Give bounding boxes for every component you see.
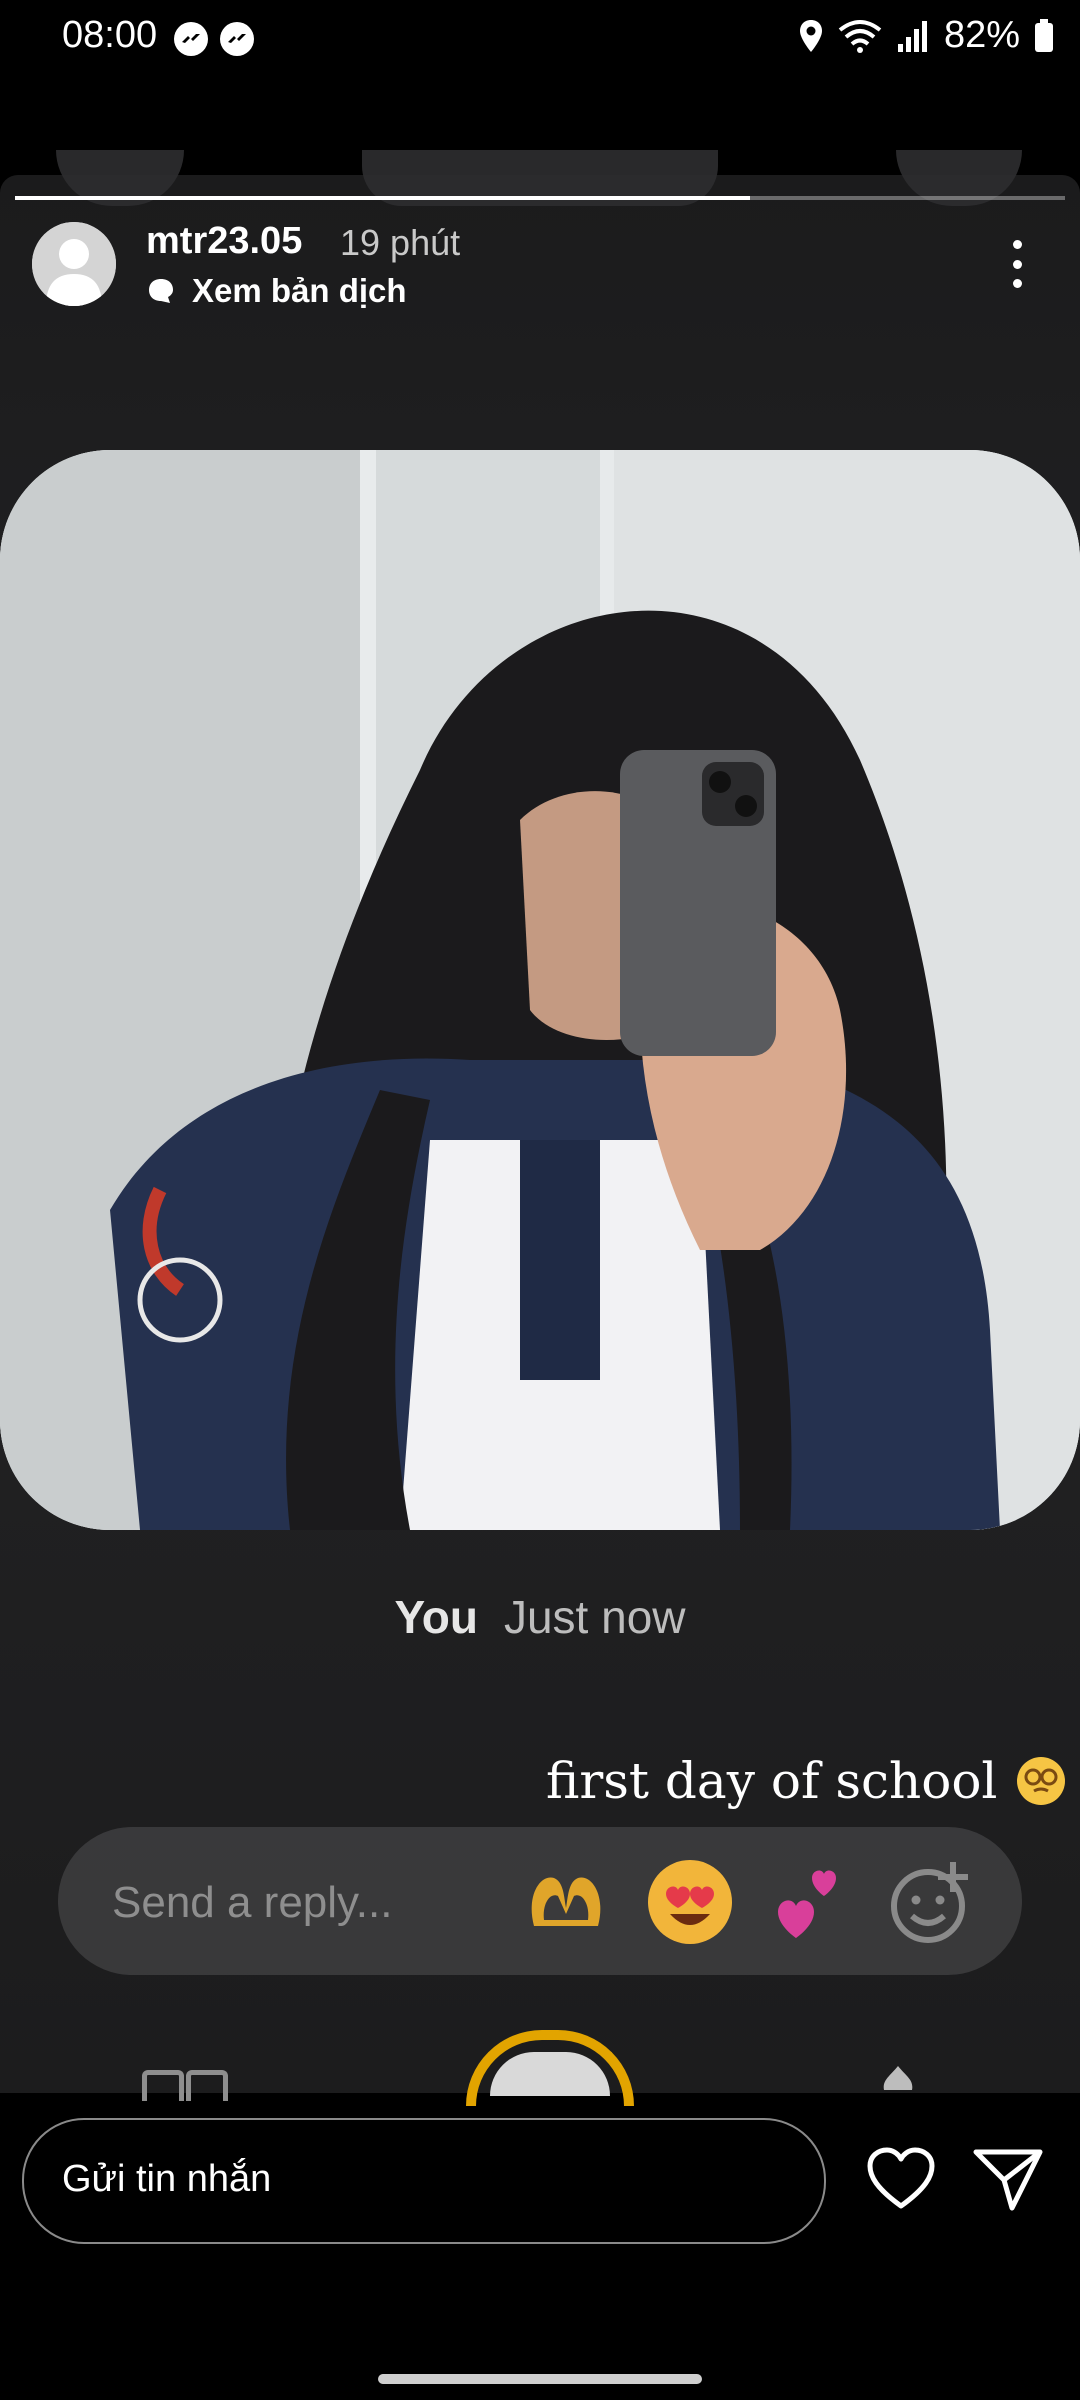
status-right-group: 82%	[798, 14, 1054, 57]
translate-link[interactable]: Xem bản dịch	[146, 272, 407, 310]
story-username[interactable]: mtr23.05	[146, 220, 302, 263]
grid-icon	[186, 2070, 228, 2101]
inner-reply-placeholder[interactable]: Send a reply...	[112, 1878, 392, 1928]
heart-hands-emoji[interactable]	[520, 1856, 612, 1948]
message-input-placeholder[interactable]: Gửi tin nhắn	[62, 2158, 271, 2201]
chat-bubble-icon	[149, 279, 173, 303]
wifi-icon	[838, 19, 882, 53]
story-photo	[0, 450, 1080, 1530]
heart-eyes-emoji[interactable]	[644, 1856, 736, 1948]
translate-label: Xem bản dịch	[192, 272, 407, 309]
story-time-ago: 19 phút	[340, 222, 461, 263]
avatar[interactable]	[32, 222, 116, 306]
more-options-icon[interactable]	[1000, 240, 1034, 288]
two-hearts-emoji[interactable]	[766, 1856, 858, 1948]
location-icon	[799, 19, 822, 52]
spade-icon	[880, 2064, 916, 2096]
caption-text: first day of school	[546, 1752, 998, 1810]
story-progress-fill	[15, 196, 750, 200]
send-icon[interactable]	[972, 2146, 1044, 2212]
add-reaction-icon[interactable]	[886, 1856, 978, 1948]
messenger-notification-icon	[220, 22, 254, 56]
battery-percent: 82%	[943, 14, 1020, 56]
story-inner-time: Just now	[503, 1591, 686, 1643]
story-inner-meta: You Just now	[0, 1590, 1080, 1644]
dizzy-face-emoji	[1017, 1757, 1066, 1805]
heart-icon[interactable]	[866, 2146, 936, 2212]
signal-icon	[897, 20, 927, 52]
status-time: 08:00	[62, 14, 158, 56]
home-indicator[interactable]	[378, 2374, 702, 2384]
messenger-notification-icon	[174, 22, 208, 56]
battery-icon	[1035, 18, 1053, 52]
story-caption: first day of school	[546, 1752, 1066, 1810]
grid-icon	[142, 2070, 184, 2101]
mirror-selfie-illustration	[0, 450, 1080, 1530]
story-author-label: You	[394, 1591, 478, 1643]
